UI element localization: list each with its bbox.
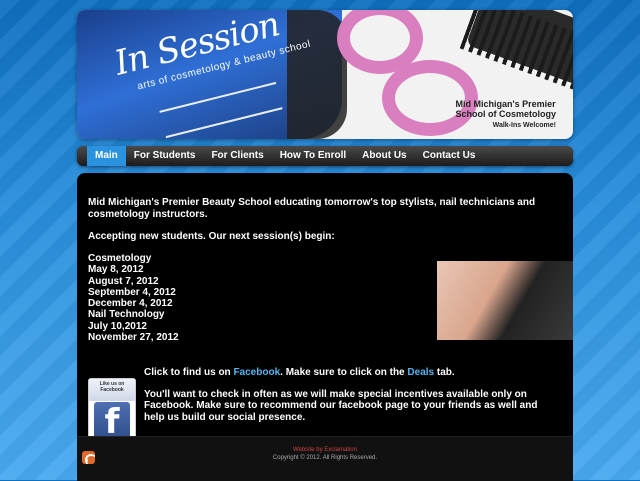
- facebook-line-suffix: tab.: [434, 367, 455, 378]
- facebook-line-mid: . Make sure to click on the: [280, 367, 408, 378]
- nav-item-contact-us[interactable]: Contact Us: [415, 146, 484, 166]
- header-banner: In Session arts of cosmetology & beauty …: [77, 10, 573, 139]
- banner-heading-line1: Mid Michigan's Premier: [455, 99, 556, 109]
- facebook-line: Click to find us on Facebook. Make sure …: [144, 367, 559, 379]
- facebook-link[interactable]: Facebook: [233, 367, 280, 378]
- nav-item-for-students[interactable]: For Students: [126, 146, 204, 166]
- nav-item-how-to-enroll[interactable]: How To Enroll: [272, 146, 354, 166]
- accepting-text: Accepting new students. Our next session…: [88, 231, 335, 242]
- facebook-badge[interactable]: Like us on Facebook f: [88, 378, 136, 444]
- main-nav: Main For Students For Clients How To Enr…: [77, 146, 573, 166]
- hair-cutting-photo: [437, 261, 573, 340]
- nav-item-for-clients[interactable]: For Clients: [203, 146, 271, 166]
- footer-copyright: Copyright © 2012. All Rights Reserved.: [272, 455, 378, 461]
- facebook-badge-caption: Like us on Facebook: [89, 379, 135, 401]
- nav-item-main[interactable]: Main: [87, 146, 126, 166]
- main-content: Mid Michigan's Premier Beauty School edu…: [88, 197, 573, 444]
- banner-heading: Mid Michigan's Premier School of Cosmeto…: [455, 99, 556, 129]
- facebook-text: Click to find us on Facebook. Make sure …: [144, 367, 559, 433]
- facebook-line-prefix: Click to find us on: [144, 367, 234, 378]
- nav-item-about-us[interactable]: About Us: [354, 146, 414, 166]
- footer: Website by Exclamation Copyright © 2012.…: [77, 436, 573, 481]
- intro-text: Mid Michigan's Premier Beauty School edu…: [88, 197, 536, 220]
- banner-tagline: Walk-Ins Welcome!: [492, 122, 556, 129]
- content-panel: Mid Michigan's Premier Beauty School edu…: [77, 173, 573, 444]
- deals-link[interactable]: Deals: [407, 367, 434, 378]
- facebook-icon: f: [94, 402, 130, 442]
- footer-credit-link[interactable]: Website by Exclamation: [77, 447, 573, 453]
- facebook-paragraph: You'll want to check in often as we will…: [144, 388, 538, 423]
- banner-heading-line2: School of Cosmetology: [455, 109, 556, 119]
